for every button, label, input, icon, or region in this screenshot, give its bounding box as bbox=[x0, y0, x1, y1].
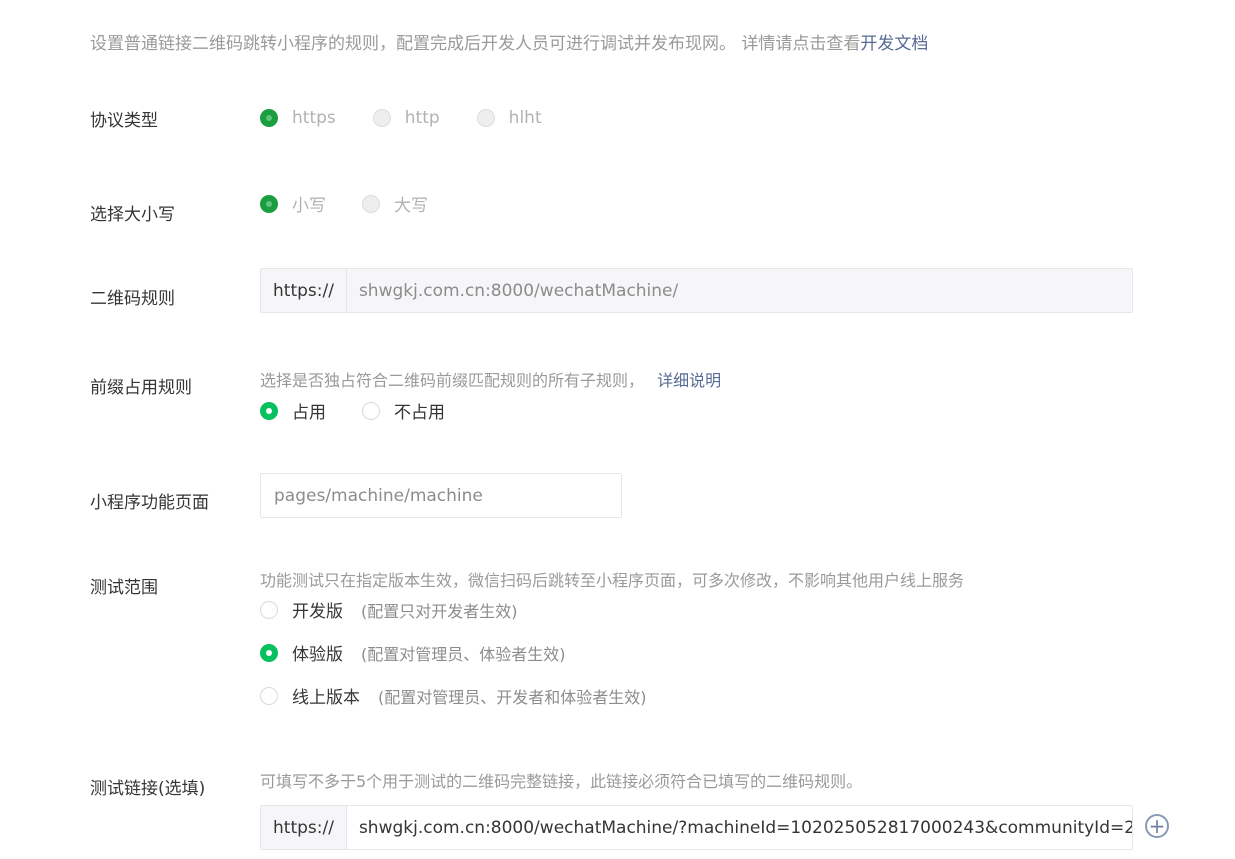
qr-rule-input[interactable]: shwgkj.com.cn:8000/wechatMachine/ bbox=[346, 269, 1132, 312]
prefix-not-occupy-radio[interactable]: 不占用 bbox=[362, 398, 445, 423]
scope-online-label: 线上版本 bbox=[292, 688, 360, 708]
radio-checked-icon bbox=[260, 194, 278, 213]
radio-checked-icon bbox=[260, 109, 278, 127]
test-link-hint: 可填写不多于5个用于测试的二维码完整链接，此链接必须符合已填写的二维码规则。 bbox=[260, 772, 863, 791]
prefix-not-occupy-label: 不占用 bbox=[394, 403, 445, 423]
prefix-occupy-radio[interactable]: 占用 bbox=[260, 398, 326, 423]
radio-unchecked-icon bbox=[260, 600, 278, 619]
test-scope-label: 测试范围 bbox=[90, 578, 158, 598]
prefix-rule-label: 前缀占用规则 bbox=[90, 378, 192, 398]
qr-rule-prefix: https:// bbox=[261, 269, 347, 312]
radio-unchecked-icon bbox=[260, 686, 278, 705]
case-upper-radio[interactable]: 大写 bbox=[362, 191, 428, 216]
qr-rule-label: 二维码规则 bbox=[90, 289, 175, 309]
case-upper-label: 大写 bbox=[394, 196, 428, 216]
protocol-https-label: https bbox=[292, 108, 336, 128]
protocol-radio-group: https http hlht bbox=[260, 108, 578, 128]
radio-checked-icon bbox=[260, 401, 278, 420]
test-link-label: 测试链接(选填) bbox=[90, 779, 206, 799]
prefix-rule-radio-group: 占用 不占用 bbox=[260, 398, 481, 423]
case-label: 选择大小写 bbox=[90, 205, 175, 225]
radio-unchecked-icon bbox=[372, 109, 391, 127]
scope-trial-radio[interactable]: 体验版 (配置对管理员、体验者生效) bbox=[260, 640, 566, 665]
prefix-rule-detail-link[interactable]: 详细说明 bbox=[657, 371, 721, 390]
protocol-http-radio[interactable]: http bbox=[372, 108, 440, 128]
test-scope-hint: 功能测试只在指定版本生效，微信扫码后跳转至小程序页面，可多次修改，不影响其他用户… bbox=[260, 571, 965, 590]
protocol-label: 协议类型 bbox=[90, 111, 158, 131]
dev-docs-link[interactable]: 开发文档 bbox=[860, 34, 928, 54]
scope-online-radio[interactable]: 线上版本 (配置对管理员、开发者和体验者生效) bbox=[260, 683, 647, 708]
scope-trial-note: (配置对管理员、体验者生效) bbox=[361, 644, 566, 664]
protocol-hlht-radio[interactable]: hlht bbox=[476, 108, 542, 128]
radio-unchecked-icon bbox=[476, 109, 495, 127]
scope-dev-label: 开发版 bbox=[292, 602, 343, 622]
test-link-input-group: https:// shwgkj.com.cn:8000/wechatMachin… bbox=[260, 805, 1133, 850]
case-lower-radio[interactable]: 小写 bbox=[260, 191, 326, 216]
protocol-http-label: http bbox=[404, 108, 440, 128]
plus-circle-icon[interactable]: + bbox=[1145, 814, 1169, 838]
prefix-rule-hint-text: 选择是否独占符合二维码前缀匹配规则的所有子规则， bbox=[260, 371, 645, 390]
page-label: 小程序功能页面 bbox=[90, 493, 209, 513]
radio-checked-icon bbox=[260, 643, 278, 662]
intro-description: 设置普通链接二维码跳转小程序的规则，配置完成后开发人员可进行调试并发布现网。 详… bbox=[90, 34, 861, 54]
protocol-hlht-label: hlht bbox=[508, 108, 542, 128]
scope-dev-note: (配置只对开发者生效) bbox=[361, 601, 518, 621]
scope-online-note: (配置对管理员、开发者和体验者生效) bbox=[378, 687, 647, 707]
case-lower-label: 小写 bbox=[292, 196, 326, 216]
prefix-occupy-label: 占用 bbox=[292, 403, 326, 423]
qr-rule-input-group: https:// shwgkj.com.cn:8000/wechatMachin… bbox=[260, 268, 1133, 313]
scope-trial-label: 体验版 bbox=[292, 645, 343, 665]
page-input[interactable]: pages/machine/machine bbox=[260, 473, 622, 518]
protocol-https-radio[interactable]: https bbox=[260, 108, 336, 128]
case-radio-group: 小写 大写 bbox=[260, 191, 464, 216]
test-link-prefix: https:// bbox=[261, 806, 347, 849]
scope-dev-radio[interactable]: 开发版 (配置只对开发者生效) bbox=[260, 597, 518, 622]
radio-unchecked-icon bbox=[362, 194, 380, 213]
prefix-rule-hint: 选择是否独占符合二维码前缀匹配规则的所有子规则， 详细说明 bbox=[260, 367, 721, 391]
intro-text: 设置普通链接二维码跳转小程序的规则，配置完成后开发人员可进行调试并发布现网。 详… bbox=[90, 29, 928, 54]
test-link-input[interactable]: shwgkj.com.cn:8000/wechatMachine/?machin… bbox=[347, 806, 1132, 849]
radio-unchecked-icon bbox=[362, 401, 380, 420]
